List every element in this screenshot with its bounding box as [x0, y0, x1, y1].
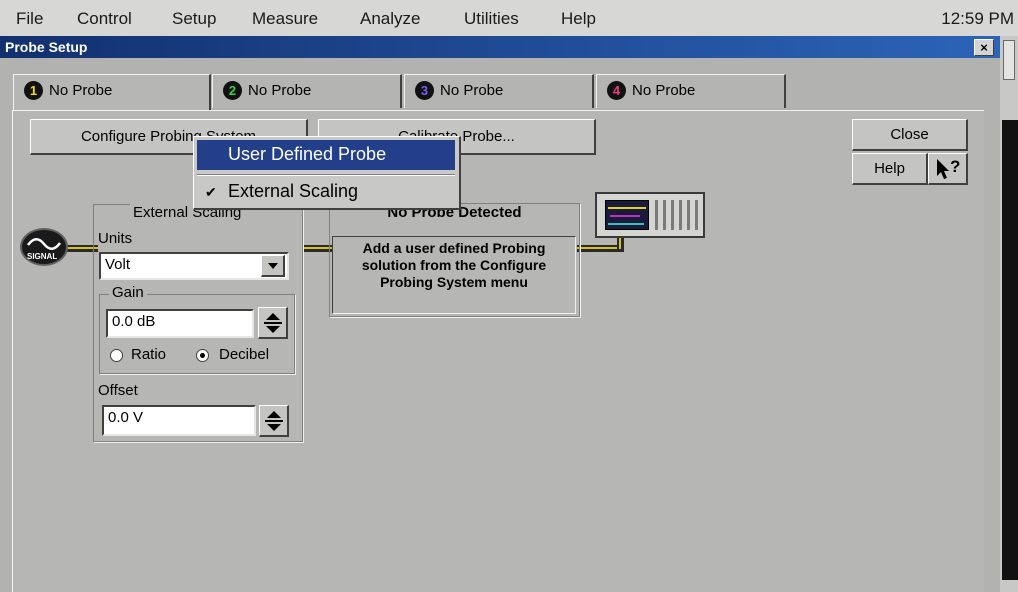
trace-3-icon	[608, 223, 644, 225]
tab-channel-3[interactable]: 3 No Probe	[404, 74, 594, 108]
gain-value: 0.0 dB	[112, 313, 156, 330]
ratio-radio[interactable]	[110, 349, 123, 362]
units-value: Volt	[105, 256, 131, 273]
checkmark-icon: ✔	[205, 184, 217, 200]
menu-separator	[197, 174, 455, 176]
menu-measure[interactable]: Measure	[252, 9, 318, 29]
menu-item-external-scaling[interactable]: ✔ External Scaling	[197, 179, 455, 209]
offset-label: Offset	[98, 382, 138, 399]
tab-channel-1[interactable]: 1 No Probe	[13, 74, 211, 112]
gain-label: Gain	[109, 284, 147, 301]
menu-control[interactable]: Control	[77, 9, 132, 29]
tab-channel-2[interactable]: 2 No Probe	[212, 74, 402, 108]
menu-item-user-defined-probe[interactable]: User Defined Probe	[197, 140, 455, 170]
trace-1-icon	[608, 207, 646, 209]
menu-item-user-defined-probe-label: User Defined Probe	[228, 144, 387, 164]
sine-wave-icon	[26, 238, 62, 250]
menu-utilities[interactable]: Utilities	[464, 9, 519, 29]
dialog-titlebar: Probe Setup ×	[0, 36, 1000, 58]
clock: 12:59 PM	[941, 9, 1014, 28]
tab-channel-3-label: No Probe	[440, 82, 504, 99]
scope-screen-icon	[605, 200, 649, 230]
units-label: Units	[98, 230, 133, 247]
dialog-close-button[interactable]: ×	[974, 39, 994, 56]
up-down-arrows-icon	[265, 411, 283, 431]
ratio-label: Ratio	[131, 346, 167, 363]
whats-this-button[interactable]: ?	[928, 153, 968, 185]
channel-2-icon: 2	[223, 81, 242, 100]
oscilloscope-icon	[595, 192, 705, 238]
channel-3-icon: 3	[415, 81, 434, 100]
signal-source-icon: SIGNAL	[20, 228, 68, 266]
close-button[interactable]: Close	[852, 119, 968, 151]
trace-2-icon	[610, 215, 640, 217]
scrollbar-thumb[interactable]	[1003, 40, 1015, 80]
up-down-arrows-icon	[264, 313, 282, 333]
question-mark-label: ?	[950, 157, 961, 176]
offset-input[interactable]: 0.0 V	[102, 405, 256, 436]
scope-knobs-icon	[655, 200, 699, 230]
menu-setup[interactable]: Setup	[172, 9, 216, 29]
background-panel	[1002, 120, 1018, 580]
scaling-wire-core	[302, 247, 332, 249]
channel-1-icon: 1	[24, 81, 43, 100]
units-dropdown-button[interactable]	[261, 255, 285, 277]
menu-bar: File Control Setup Measure Analyze Utili…	[0, 0, 1018, 36]
offset-stepper[interactable]	[259, 405, 289, 437]
chevron-down-icon	[268, 263, 278, 269]
offset-value: 0.0 V	[108, 409, 144, 426]
decibel-label: Decibel	[219, 346, 270, 363]
tab-channel-4[interactable]: 4 No Probe	[596, 74, 786, 108]
close-button-label: Close	[890, 126, 929, 143]
menu-analyze[interactable]: Analyze	[360, 9, 420, 29]
help-button[interactable]: Help	[852, 153, 928, 185]
decibel-radio[interactable]	[196, 349, 209, 362]
menu-item-external-scaling-label: External Scaling	[228, 181, 359, 201]
signal-label: SIGNAL	[27, 252, 58, 261]
dialog-title: Probe Setup	[5, 39, 88, 55]
scope-wire-h-core	[577, 247, 622, 249]
tab-channel-2-label: No Probe	[248, 82, 312, 99]
scrollbar[interactable]	[1000, 36, 1018, 592]
gain-stepper[interactable]	[258, 307, 288, 339]
gain-input[interactable]: 0.0 dB	[106, 309, 254, 338]
units-select[interactable]: Volt	[99, 252, 289, 280]
configure-probing-menu: User Defined Probe ✔ External Scaling	[193, 136, 461, 210]
probe-status-message: Add a user defined Probing solution from…	[332, 236, 576, 314]
menu-help[interactable]: Help	[561, 9, 596, 29]
tab-channel-4-label: No Probe	[632, 82, 696, 99]
channel-4-icon: 4	[607, 81, 626, 100]
tab-channel-1-label: No Probe	[49, 82, 113, 99]
menu-file[interactable]: File	[16, 9, 43, 29]
help-button-label: Help	[874, 160, 905, 177]
